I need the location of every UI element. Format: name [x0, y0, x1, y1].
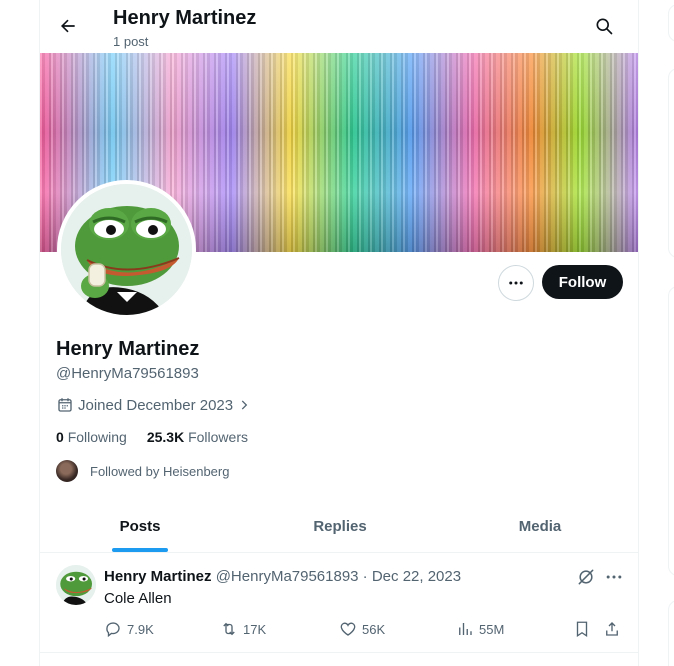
joined-date[interactable]: Joined December 2023: [56, 396, 251, 414]
reply-count: 7.9K: [127, 621, 154, 637]
profile-handle: @HenryMa79561893: [56, 365, 199, 382]
followers-link[interactable]: 25.3K Followers: [147, 429, 248, 445]
like-button[interactable]: 56K: [339, 620, 385, 638]
follower-avatar: [56, 460, 78, 482]
post-header: Henry Martinez @HenryMa79561893 · Dec 22…: [104, 568, 461, 585]
frog-avatar-image: [56, 565, 96, 605]
following-count: 0: [56, 429, 64, 445]
rail-card: [668, 600, 674, 666]
bookmark-button[interactable]: [573, 620, 591, 638]
tab-label: Replies: [313, 518, 367, 535]
calendar-icon: [58, 398, 72, 412]
post-handle-date[interactable]: @HenryMa79561893 · Dec 22, 2023: [216, 568, 461, 585]
followed-by-label: Followed by Heisenberg: [90, 463, 230, 479]
repost-icon: [223, 622, 235, 636]
rail-search-box[interactable]: [668, 4, 674, 42]
heart-icon: [340, 622, 356, 636]
profile-column: Henry Martinez 1 post Follow Henry Marti…: [39, 0, 639, 666]
following-label: Following: [67, 429, 127, 445]
follow-button[interactable]: Follow: [542, 265, 623, 299]
rail-card: [668, 68, 674, 258]
search-icon: [596, 18, 613, 35]
grok-icon[interactable]: [576, 567, 596, 587]
post-avatar[interactable]: [56, 565, 96, 605]
tab-label: Media: [518, 518, 562, 535]
reply-icon: [106, 622, 120, 638]
follow-stats: 0 Following 25.3K Followers: [56, 429, 248, 445]
views-button[interactable]: 55M: [456, 620, 504, 638]
profile-header: Henry Martinez 1 post: [40, 0, 638, 53]
post-count: 1 post: [113, 34, 149, 49]
joined-label: Joined December 2023: [78, 396, 234, 414]
profile-avatar[interactable]: [57, 180, 196, 319]
chevron-right-icon: [241, 400, 248, 410]
rail-card: [668, 286, 674, 576]
profile-name: Henry Martinez: [56, 338, 200, 360]
more-horizontal-icon: [509, 281, 523, 285]
bookmark-icon: [576, 621, 588, 638]
post-author[interactable]: Henry Martinez: [104, 568, 212, 585]
header-title: Henry Martinez: [113, 7, 257, 29]
reply-button[interactable]: 7.9K: [104, 620, 154, 638]
post-text: Cole Allen: [104, 590, 172, 607]
followed-by[interactable]: Followed by Heisenberg: [56, 460, 229, 482]
share-button[interactable]: [603, 620, 621, 638]
profile-tabs: Posts Replies Media: [40, 501, 638, 553]
tab-replies[interactable]: Replies: [240, 501, 440, 552]
followers-label: Followers: [188, 429, 248, 445]
repost-button[interactable]: 17K: [220, 620, 266, 638]
views-icon: [459, 623, 472, 635]
active-tab-indicator: [112, 548, 168, 552]
search-button[interactable]: [588, 10, 620, 42]
like-count: 56K: [362, 621, 386, 637]
tab-label: Posts: [119, 518, 161, 535]
more-options-button[interactable]: [498, 265, 534, 301]
share-icon: [606, 622, 618, 636]
next-post-edge: [40, 653, 638, 666]
followers-count: 25.3K: [146, 429, 185, 445]
repost-count: 17K: [243, 621, 267, 637]
back-button[interactable]: [52, 10, 84, 42]
post[interactable]: Henry Martinez @HenryMa79561893 · Dec 22…: [40, 553, 638, 653]
more-horizontal-icon[interactable]: [604, 567, 624, 587]
view-count: 55M: [479, 621, 505, 637]
frog-avatar-image: [61, 184, 192, 315]
arrow-left-icon: [61, 19, 75, 33]
tab-posts[interactable]: Posts: [40, 501, 240, 552]
following-link[interactable]: 0 Following: [56, 429, 127, 445]
tab-media[interactable]: Media: [440, 501, 638, 552]
post-actions: 7.9K 17K 56K 55M: [104, 620, 624, 640]
